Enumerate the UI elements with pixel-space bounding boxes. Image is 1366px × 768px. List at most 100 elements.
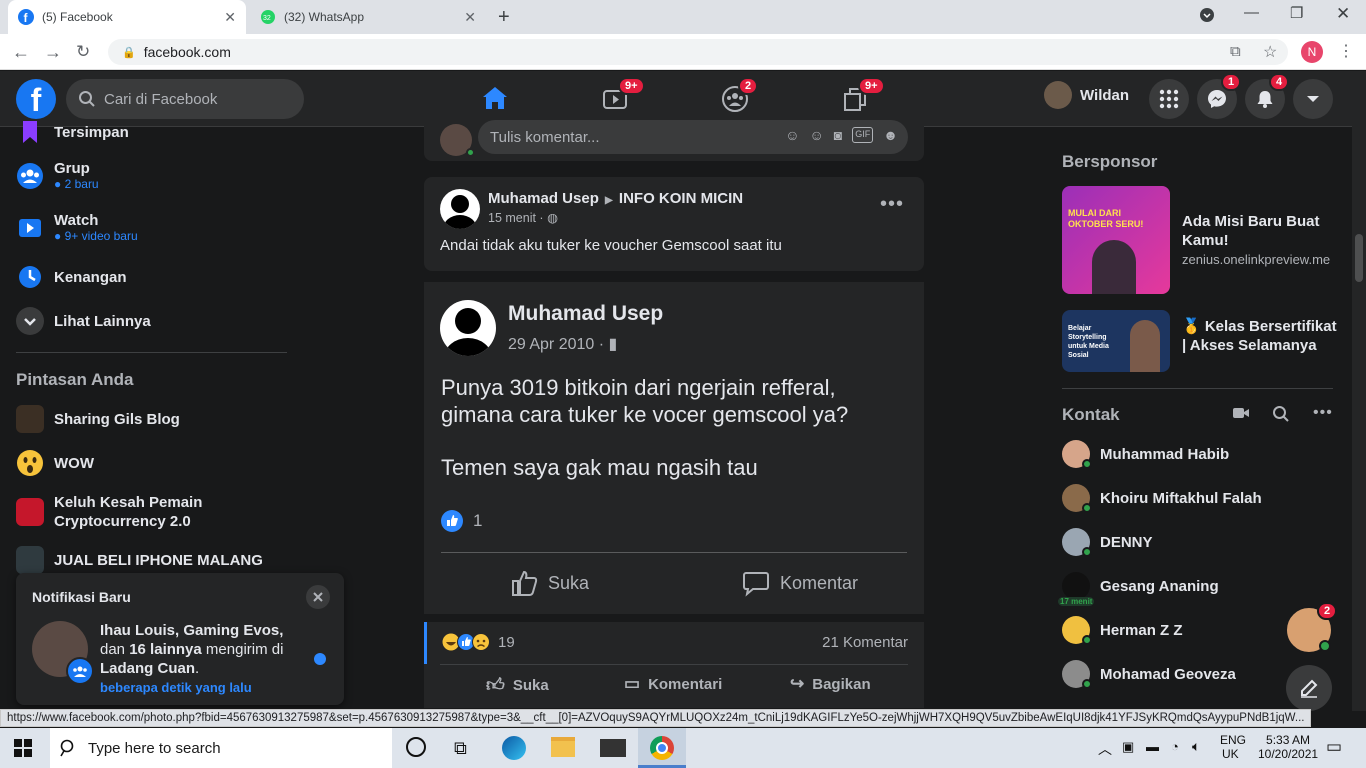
minimize-icon[interactable]: — <box>1244 4 1259 21</box>
shortcut-thumbnail <box>16 498 44 526</box>
comment-button[interactable]: ▭ Komentari <box>624 674 722 694</box>
like-button[interactable]: 👍︎ Suka <box>486 674 549 696</box>
video-call-icon[interactable] <box>1232 404 1250 422</box>
close-window-icon[interactable]: ✕ <box>1336 4 1350 24</box>
sidebar-item-see-more[interactable]: Lihat Lainnya <box>16 307 151 335</box>
cortana-icon[interactable] <box>406 737 426 757</box>
ad-image[interactable]: Belajar Storytelling untuk Media Sosial <box>1062 310 1170 372</box>
comment-input[interactable]: Tulis komentar... ☺ ☺ ◙ GIF ☻ <box>478 120 908 154</box>
watch-icon <box>19 218 41 237</box>
search-icon[interactable] <box>1272 405 1290 423</box>
sidebar-item-saved[interactable]: Tersimpan <box>16 118 129 146</box>
forward-icon[interactable]: → <box>44 42 62 63</box>
group-name[interactable]: INFO KOIN MICIN <box>619 190 743 207</box>
shared-post: Muhamad Usep ▶ INFO KOIN MICIN 15 menit … <box>424 177 924 271</box>
notifications-button[interactable]: 4 <box>1245 73 1290 119</box>
messenger-button[interactable]: 1 <box>1197 73 1242 119</box>
photo-post[interactable]: Muhamad Usep 29 Apr 2010 · ▮ Punya 3019 … <box>424 282 924 614</box>
volume-muted-icon[interactable]: 🔈︎ <box>1192 738 1200 755</box>
contact-avatar <box>1062 528 1092 557</box>
avatar-sticker-icon[interactable]: ☺ <box>785 127 799 143</box>
nav-watch[interactable]: 9+ <box>560 71 670 127</box>
bookmark-star-icon[interactable]: ☆ <box>1263 42 1277 62</box>
comment-button[interactable]: Komentar <box>742 569 858 597</box>
contact-item[interactable]: Muhammad Habib <box>1062 440 1229 469</box>
nav-gaming[interactable]: 9+ <box>800 71 910 127</box>
camera-icon[interactable]: ◙ <box>834 127 842 143</box>
profile-link[interactable]: Wildan <box>1044 81 1129 109</box>
chevron-down-icon <box>16 307 44 335</box>
like-count[interactable]: 1 <box>441 510 482 532</box>
ad-image[interactable]: MULAI DARI OKTOBER SERU! <box>1062 186 1170 294</box>
previous-post-comment-area: Tulis komentar... ☺ ☺ ◙ GIF ☻ <box>424 120 924 161</box>
shortcut-item[interactable]: WOW <box>16 449 94 477</box>
shortcut-item[interactable]: Keluh Kesah Pemain Cryptocurrency 2.0 <box>16 493 286 531</box>
tab-label: (32) WhatsApp <box>284 10 365 24</box>
share-button[interactable]: ↪ Bagikan <box>790 674 871 694</box>
author-name[interactable]: Muhamad Usep <box>488 190 599 207</box>
new-message-button[interactable] <box>1286 665 1332 711</box>
reactions-summary[interactable]: 19 <box>442 633 515 651</box>
contact-item[interactable]: Herman Z Z <box>1062 616 1183 645</box>
reload-icon[interactable]: ↻ <box>76 42 90 62</box>
shortcut-item[interactable]: Sharing Gils Blog <box>16 405 180 433</box>
sidebar-item-watch[interactable]: Watch ● 9+ video baru <box>16 212 138 243</box>
url-field[interactable]: 🔒 facebook.com <box>108 39 1288 65</box>
chrome-menu-icon[interactable]: ⋮ <box>1338 41 1354 61</box>
ad-title[interactable]: 🥇 Kelas Bersertifikat | Akses Selamanya <box>1182 317 1342 355</box>
show-hidden-icons-icon[interactable]: ︿ <box>1098 739 1112 759</box>
language-indicator[interactable]: ENG UK <box>1220 733 1246 761</box>
new-tab-button[interactable]: + <box>498 6 510 29</box>
tab-whatsapp[interactable]: 32 (32) WhatsApp ✕ <box>250 0 486 34</box>
new-notification-popup[interactable]: Notifikasi Baru Ihau Louis, Gaming Evos,… <box>16 573 344 705</box>
back-icon[interactable]: ← <box>12 42 30 63</box>
contact-item[interactable]: Mohamad Geoveza <box>1062 660 1236 689</box>
sidebar-item-groups[interactable]: Grup ● 2 baru <box>16 160 99 191</box>
account-button[interactable] <box>1293 79 1333 119</box>
menu-button[interactable] <box>1149 79 1189 119</box>
task-view-icon[interactable]: ⧉ <box>454 738 467 759</box>
search-input[interactable]: Cari di Facebook <box>66 79 304 119</box>
notification-center-icon[interactable]: ▭ <box>1326 737 1342 757</box>
ad-title[interactable]: Ada Misi Baru Buat Kamu! <box>1182 212 1332 250</box>
nav-home[interactable] <box>440 71 550 127</box>
gif-icon[interactable]: GIF <box>852 127 874 143</box>
more-options-icon[interactable]: ••• <box>1313 404 1333 422</box>
chat-head[interactable]: 2 <box>1285 602 1338 654</box>
contact-item[interactable]: DENNY <box>1062 528 1153 557</box>
like-button[interactable]: Suka <box>510 569 589 597</box>
device-icon[interactable]: ▣ <box>1122 739 1134 755</box>
restore-icon[interactable]: ❐ <box>1290 4 1303 22</box>
close-tab-icon[interactable]: ✕ <box>224 9 236 26</box>
scrollbar-thumb[interactable] <box>1355 234 1363 282</box>
page-scrollbar[interactable] <box>1352 71 1366 711</box>
windows-start-icon[interactable] <box>14 739 32 757</box>
file-explorer-icon[interactable] <box>551 737 575 757</box>
wifi-icon[interactable]: ◔ <box>1171 739 1179 754</box>
shortcut-item[interactable]: JUAL BELI IPHONE MALANG <box>16 546 263 574</box>
comments-count[interactable]: 21 Komentar <box>822 634 908 651</box>
sticker-icon[interactable]: ☻ <box>883 127 898 143</box>
profile-avatar[interactable]: N <box>1301 41 1323 63</box>
emoji-icon[interactable]: ☺ <box>810 127 824 143</box>
close-notification-button[interactable] <box>306 585 330 609</box>
tab-search-icon[interactable] <box>1200 8 1214 22</box>
clock[interactable]: 5:33 AM 10/20/2021 <box>1258 733 1318 761</box>
tab-facebook[interactable]: f (5) Facebook ✕ <box>8 0 246 34</box>
author-avatar[interactable] <box>440 189 480 229</box>
sidebar-item-memories[interactable]: Kenangan <box>16 263 127 291</box>
mail-icon[interactable] <box>600 739 626 757</box>
battery-icon[interactable]: ▬ <box>1146 739 1159 754</box>
edge-icon[interactable] <box>502 736 526 760</box>
contact-item[interactable]: Khoiru Miftakhul Falah <box>1062 484 1262 513</box>
contact-item[interactable]: 17 menit Gesang Ananing <box>1058 572 1219 606</box>
facebook-logo[interactable]: f <box>16 79 56 119</box>
close-tab-icon[interactable]: ✕ <box>464 9 476 26</box>
ad-person <box>1092 240 1136 294</box>
divider <box>440 664 908 665</box>
post-time[interactable]: 15 menit · <box>488 211 544 225</box>
nav-groups[interactable]: 2 <box>680 71 790 127</box>
more-options-icon[interactable]: ••• <box>880 193 904 216</box>
translate-icon[interactable]: ⧉ <box>1230 43 1241 60</box>
taskbar-search-input[interactable]: Type here to search <box>50 728 392 768</box>
